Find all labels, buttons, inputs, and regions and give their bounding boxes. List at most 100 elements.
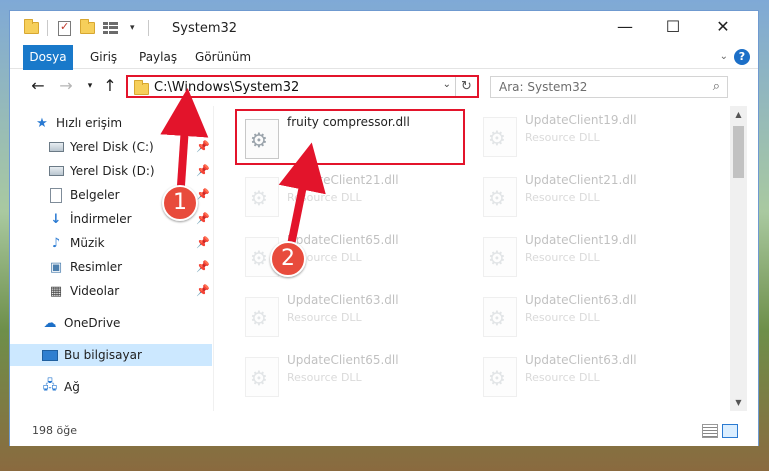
maximize-button[interactable]: ☐ [650, 11, 696, 41]
vertical-scrollbar[interactable]: ▲ ▼ [730, 106, 747, 411]
up-arrow-icon[interactable]: ↑ [100, 76, 120, 96]
pin-icon[interactable]: 📌 [196, 260, 210, 273]
file-item[interactable]: UpdateClient65.dll Resource DLL [237, 349, 467, 405]
pin-icon[interactable]: 📌 [196, 284, 210, 297]
sidebar-item-local-disk-d[interactable]: Yerel Disk (D:) 📌 [10, 160, 212, 182]
tab-share[interactable]: Paylaş [129, 45, 187, 69]
details-view-icon[interactable] [702, 424, 718, 438]
navigation-bar: ← → ▾ ↑ C:\Windows\System32 ⌄ ↻ Ara: Sys… [10, 70, 758, 102]
sidebar-item-videos[interactable]: ▦ Videolar 📌 [10, 280, 212, 302]
step-1-badge: 1 [162, 185, 198, 221]
file-item[interactable]: UpdateClient63.dll Resource DLL [475, 349, 705, 405]
file-type: Resource DLL [287, 191, 362, 204]
scrollbar-thumb[interactable] [733, 126, 744, 178]
file-item[interactable]: UpdateClient63.dll Resource DLL [237, 289, 467, 345]
close-button[interactable]: ✕ [700, 11, 746, 41]
sidebar-item-label: Hızlı erişim [56, 116, 123, 130]
sidebar-item-this-pc[interactable]: Bu bilgisayar [10, 344, 212, 366]
folder-icon [134, 80, 149, 95]
back-arrow-icon[interactable]: ← [28, 76, 48, 96]
file-name: UpdateClient21.dll [525, 173, 637, 187]
pictures-icon: ▣ [49, 259, 63, 275]
sidebar-item-label: Belgeler [70, 188, 120, 202]
item-count: 198 öğe [32, 424, 77, 437]
dll-file-icon [245, 297, 279, 337]
sidebar-item-local-disk-c[interactable]: Yerel Disk (C:) 📌 [10, 136, 212, 158]
file-name: fruity compressor.dll [287, 115, 410, 129]
title-separator [47, 19, 48, 37]
cloud-icon: ☁ [43, 315, 57, 331]
star-icon: ★ [36, 115, 48, 131]
drive-icon [48, 163, 64, 179]
minimize-button[interactable]: — [602, 11, 648, 41]
pin-icon[interactable]: 📌 [196, 236, 210, 249]
tab-home[interactable]: Giriş [80, 45, 127, 69]
sidebar-item-label: İndirmeler [70, 212, 132, 226]
dll-file-icon [483, 177, 517, 217]
large-icons-view-icon[interactable] [722, 424, 738, 438]
properties-icon[interactable] [58, 19, 71, 37]
file-type: Resource DLL [287, 311, 362, 324]
sidebar-item-label: Ağ [64, 380, 80, 394]
window-title: System32 [172, 21, 238, 36]
file-item[interactable]: UpdateClient19.dll Resource DLL [475, 109, 705, 165]
view-options-icon[interactable] [103, 19, 118, 37]
pin-icon[interactable]: 📌 [196, 188, 210, 201]
help-button[interactable]: ? [734, 49, 750, 65]
customize-toolbar-chevron-icon[interactable]: ▾ [130, 19, 135, 37]
file-type: Resource DLL [287, 371, 362, 384]
search-icon[interactable]: ⌕ [713, 79, 720, 94]
title-bar: ▾ System32 — ☐ ✕ [10, 11, 758, 45]
forward-arrow-icon[interactable]: → [56, 76, 76, 96]
refresh-icon[interactable]: ↻ [455, 77, 477, 96]
dll-file-icon [483, 357, 517, 397]
file-item[interactable]: UpdateClient19.dll Resource DLL [475, 229, 705, 285]
file-name: UpdateClient65.dll [287, 233, 399, 247]
pin-icon[interactable]: 📌 [196, 164, 210, 177]
file-type: Resource DLL [525, 251, 600, 264]
file-item-fruity-compressor[interactable]: fruity compressor.dll [235, 109, 465, 165]
sidebar-item-pictures[interactable]: ▣ Resimler 📌 [10, 256, 212, 278]
search-input[interactable]: Ara: System32 ⌕ [490, 76, 728, 98]
file-name: UpdateClient19.dll [525, 233, 637, 247]
sidebar-item-label: Yerel Disk (D:) [70, 164, 155, 178]
address-path: C:\Windows\System32 [154, 80, 300, 95]
scroll-down-arrow-icon[interactable]: ▼ [730, 394, 747, 411]
dll-file-icon [245, 357, 279, 397]
file-item[interactable]: UpdateClient21.dll Resource DLL [475, 169, 705, 225]
title-separator-2 [148, 19, 149, 37]
address-dropdown-chevron-icon[interactable]: ⌄ [443, 79, 451, 90]
file-item[interactable]: UpdateClient21.dll Resource DLL [237, 169, 467, 225]
file-name: UpdateClient19.dll [525, 113, 637, 127]
file-item[interactable]: UpdateClient63.dll Resource DLL [475, 289, 705, 345]
dll-file-icon [245, 119, 279, 159]
music-icon: ♪ [51, 235, 61, 251]
file-name: UpdateClient63.dll [525, 353, 637, 367]
sidebar-item-label: Yerel Disk (C:) [70, 140, 154, 154]
pin-icon[interactable]: 📌 [196, 212, 210, 225]
downloads-icon: ↓ [50, 211, 62, 227]
documents-icon [48, 187, 64, 203]
recent-locations-chevron-icon[interactable]: ▾ [80, 76, 100, 96]
file-name: UpdateClient63.dll [525, 293, 637, 307]
scroll-up-arrow-icon[interactable]: ▲ [730, 106, 747, 123]
new-folder-icon[interactable] [80, 19, 95, 37]
tab-view[interactable]: Görünüm [185, 45, 261, 69]
expand-ribbon-chevron-icon[interactable]: ⌄ [720, 51, 728, 62]
address-bar[interactable]: C:\Windows\System32 ⌄ ↻ [126, 75, 479, 98]
sidebar-item-quick-access[interactable]: ★ Hızlı erişim [10, 112, 212, 134]
sidebar-item-label: Resimler [70, 260, 123, 274]
sidebar-item-label: Müzik [70, 236, 105, 250]
sidebar-item-network[interactable]: 🖧 Ağ [10, 376, 212, 398]
quick-access-folder-icon[interactable] [24, 19, 39, 37]
computer-icon [42, 347, 58, 363]
status-bar: 198 öğe [10, 416, 758, 446]
pin-icon[interactable]: 📌 [196, 140, 210, 153]
navigation-pane: ★ Hızlı erişim Yerel Disk (C:) 📌 Yerel D… [10, 106, 214, 411]
step-2-badge: 2 [270, 241, 306, 277]
sidebar-item-label: Videolar [70, 284, 120, 298]
dll-file-icon [483, 237, 517, 277]
file-name: UpdateClient63.dll [287, 293, 399, 307]
sidebar-item-music[interactable]: ♪ Müzik 📌 [10, 232, 212, 254]
sidebar-item-onedrive[interactable]: ☁ OneDrive [10, 312, 212, 334]
